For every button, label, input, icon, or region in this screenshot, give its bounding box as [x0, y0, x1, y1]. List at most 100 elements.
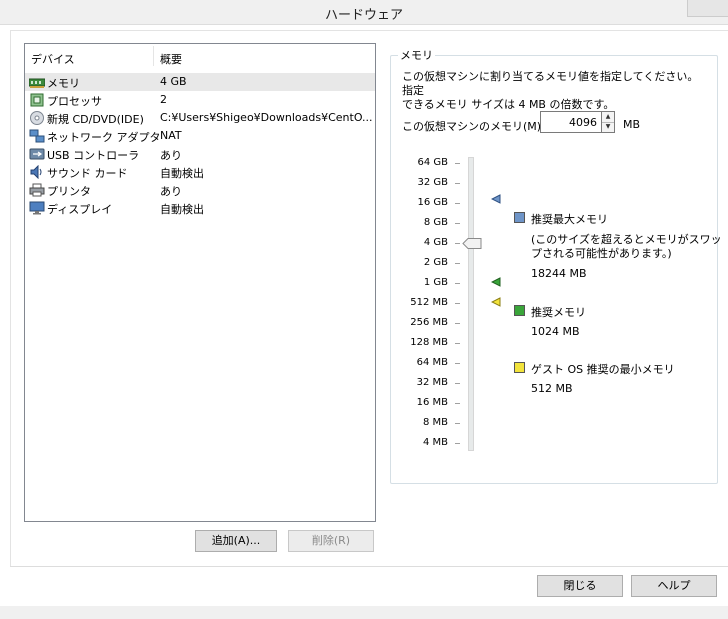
recommended-value: 1024 MB [531, 325, 580, 338]
close-button[interactable]: 閉じる [537, 575, 623, 597]
column-header-device[interactable]: デバイス [31, 51, 75, 67]
scale-label: 64 MB [416, 357, 448, 368]
column-header-summary[interactable]: 概要 [160, 51, 182, 67]
device-rows: メモリ 4 GB プロセッサ 2 新規 CD/DVD(IDE) C:¥Users… [25, 73, 375, 217]
scale-tick [455, 203, 460, 204]
minimum-value: 512 MB [531, 382, 573, 395]
usb-icon [29, 148, 45, 160]
scale-tick [455, 423, 460, 424]
scale-tick [455, 443, 460, 444]
device-row-display[interactable]: ディスプレイ 自動検出 [25, 199, 375, 217]
scale-label: 64 GB [417, 157, 448, 168]
recommended-marker-icon [491, 277, 501, 287]
device-summary: NAT [160, 129, 182, 142]
scale-label: 256 MB [410, 317, 448, 328]
device-summary: C:¥Users¥Shigeo¥Downloads¥CentO... [160, 111, 372, 124]
device-name: USB コントローラ [47, 149, 140, 162]
display-icon [29, 201, 45, 215]
max-recommended-note-line2: プされる可能性があります。) [531, 247, 672, 260]
max-recommended-title: 推奨最大メモリ [531, 213, 608, 226]
scale-label: 16 GB [417, 197, 448, 208]
memory-description-line1: この仮想マシンに割り当てるメモリ値を指定してください。指定 [402, 70, 699, 97]
device-name: ディスプレイ [47, 203, 113, 216]
recommended-title: 推奨メモリ [531, 306, 586, 319]
scale-label: 4 GB [423, 237, 448, 248]
scale-tick [455, 243, 460, 244]
spin-down-icon[interactable]: ▼ [602, 122, 614, 132]
scale-label: 512 MB [410, 297, 448, 308]
help-button[interactable]: ヘルプ [631, 575, 717, 597]
memory-description: この仮想マシンに割り当てるメモリ値を指定してください。指定 できるメモリ サイズ… [402, 70, 702, 112]
max-recommended-note-line1: (このサイズを超えるとメモリがスワッ [531, 233, 722, 246]
minimum-marker-icon [491, 297, 501, 307]
max-recommended-value: 18244 MB [531, 267, 587, 280]
device-row-usb[interactable]: USB コントローラ あり [25, 145, 375, 163]
scale-tick [455, 363, 460, 364]
device-row-cd-dvd[interactable]: 新規 CD/DVD(IDE) C:¥Users¥Shigeo¥Downloads… [25, 109, 375, 127]
device-name: メモリ [47, 77, 80, 90]
scale-tick [455, 303, 460, 304]
device-summary: あり [160, 149, 182, 162]
device-name: サウンド カード [47, 167, 128, 180]
scale-tick [455, 383, 460, 384]
printer-icon [29, 183, 45, 197]
minimum-title: ゲスト OS 推奨の最小メモリ [531, 363, 675, 376]
minimum-legend-swatch [514, 362, 525, 373]
scale-label: 8 MB [422, 417, 448, 428]
column-separator[interactable] [153, 46, 154, 66]
scale-label: 2 GB [423, 257, 448, 268]
memory-unit-label: MB [623, 118, 641, 131]
memory-field-label: この仮想マシンのメモリ(M): [402, 120, 545, 133]
network-adapter-icon [29, 129, 45, 143]
device-summary: 自動検出 [160, 167, 204, 180]
remove-device-button[interactable]: 削除(R) [288, 530, 374, 552]
scale-tick [455, 223, 460, 224]
memory-group-label: メモリ [398, 47, 435, 63]
device-summary: 2 [160, 93, 167, 106]
scale-label: 32 GB [417, 177, 448, 188]
scale-tick [455, 403, 460, 404]
scale-tick [455, 323, 460, 324]
scale-tick [455, 343, 460, 344]
device-summary: あり [160, 185, 182, 198]
device-list-header: デバイス 概要 [25, 44, 375, 68]
max-recommended-note: (このサイズを超えるとメモリがスワッ プされる可能性があります。) [531, 233, 722, 261]
scale-tick [455, 283, 460, 284]
window-bottom-edge [0, 606, 728, 619]
cd-dvd-icon [30, 111, 44, 125]
device-list[interactable]: デバイス 概要 メモリ 4 GB プロセッサ 2 新規 CD/DVD(IDE) … [24, 43, 376, 522]
recommended-legend-swatch [514, 305, 525, 316]
scale-label: 32 MB [416, 377, 448, 388]
device-name: 新規 CD/DVD(IDE) [47, 113, 144, 126]
scale-label: 16 MB [416, 397, 448, 408]
processor-icon [30, 93, 44, 107]
memory-description-line2: できるメモリ サイズは 4 MB の倍数です。 [402, 98, 615, 111]
memory-size-input[interactable] [540, 111, 602, 133]
scale-tick [455, 263, 460, 264]
device-name: ネットワーク アダプタ [47, 131, 161, 144]
window-close-button[interactable] [687, 0, 728, 17]
memory-slider-track[interactable] [468, 157, 474, 451]
memory-spin-control[interactable]: ▲ ▼ [601, 111, 615, 133]
memory-slider-thumb[interactable] [462, 238, 482, 249]
device-row-sound-card[interactable]: サウンド カード 自動検出 [25, 163, 375, 181]
scale-label: 1 GB [423, 277, 448, 288]
scale-label: 4 MB [422, 437, 448, 448]
device-row-processor[interactable]: プロセッサ 2 [25, 91, 375, 109]
device-row-network-adapter[interactable]: ネットワーク アダプタ NAT [25, 127, 375, 145]
max-recommended-marker-icon [491, 194, 501, 204]
window-title: ハードウェア [324, 8, 403, 23]
add-device-button[interactable]: 追加(A)... [195, 530, 277, 552]
memory-icon [29, 78, 45, 88]
device-row-printer[interactable]: プリンタ あり [25, 181, 375, 199]
bottom-separator [10, 566, 728, 567]
sound-card-icon [30, 165, 42, 179]
device-name: プリンタ [47, 185, 91, 198]
scale-label: 8 GB [423, 217, 448, 228]
scale-tick [455, 183, 460, 184]
title-bar: ハードウェア [0, 0, 728, 25]
device-summary: 自動検出 [160, 203, 204, 216]
device-row-memory[interactable]: メモリ 4 GB [25, 73, 375, 91]
scale-tick [455, 163, 460, 164]
max-recommended-legend-swatch [514, 212, 525, 223]
